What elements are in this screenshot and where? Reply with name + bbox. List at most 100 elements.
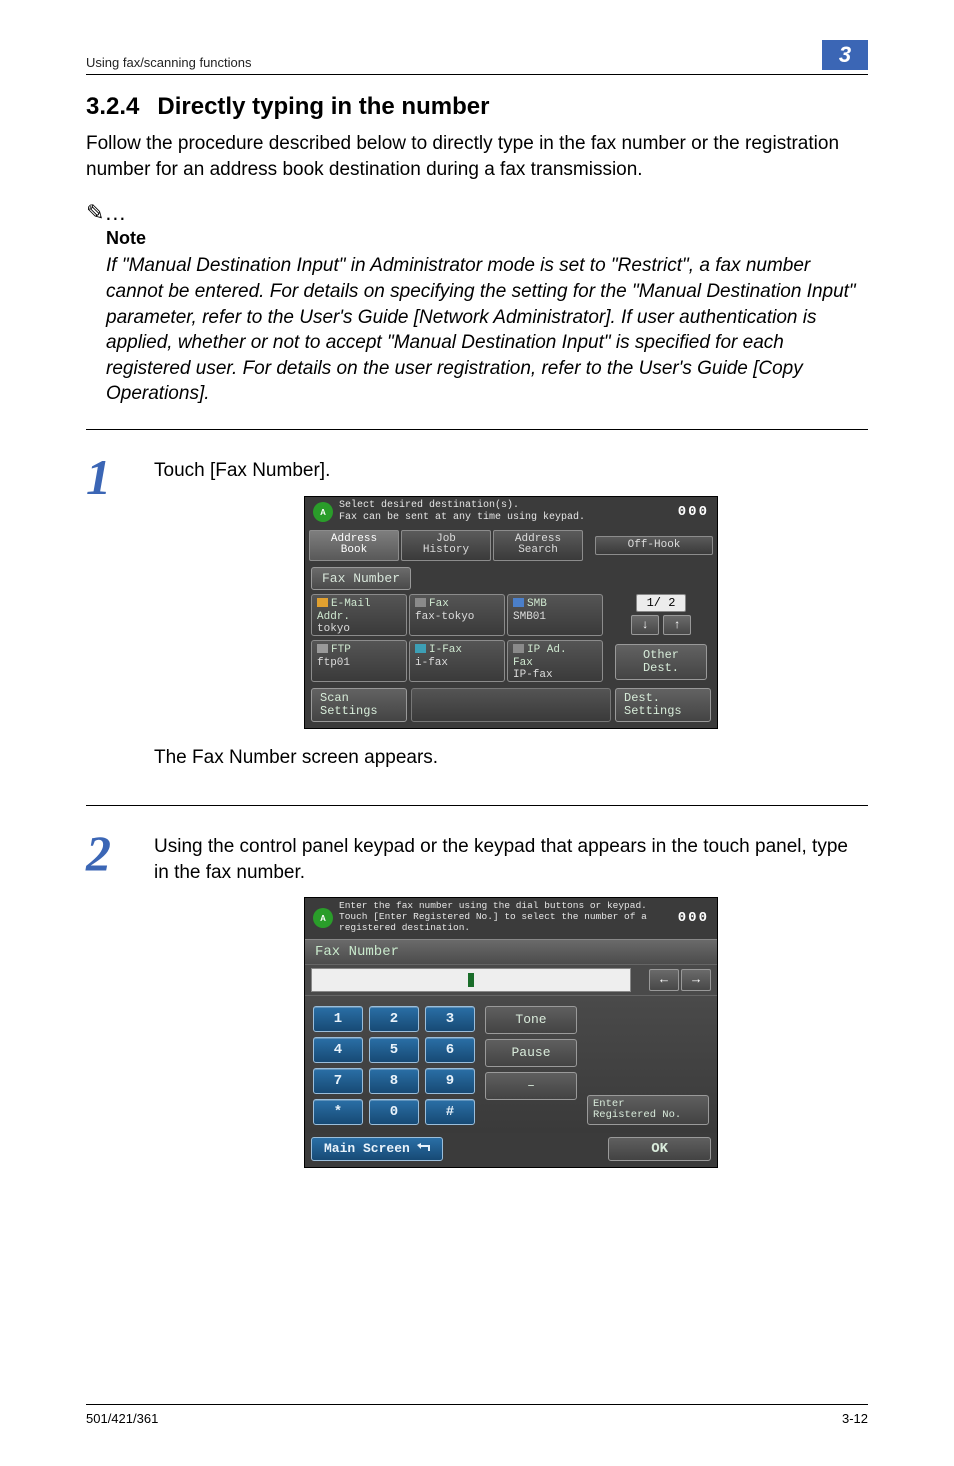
svg-text:A: A — [320, 914, 326, 923]
fax-number-tab[interactable]: Fax Number — [311, 567, 411, 590]
intro-paragraph: Follow the procedure described below to … — [86, 131, 868, 182]
keypad: 1 2 3 4 5 6 7 8 9 * 0 # — [313, 1006, 475, 1125]
key-4[interactable]: 4 — [313, 1037, 363, 1063]
section-title-text: Directly typing in the number — [157, 93, 489, 120]
ifax-icon — [415, 644, 426, 653]
enter-registered-no-button[interactable]: Enter Registered No. — [587, 1095, 709, 1125]
scan-settings-button[interactable]: Scan Settings — [311, 688, 407, 722]
footer-right: 3-12 — [842, 1411, 868, 1426]
panel2-counter: 000 — [678, 910, 709, 926]
fax-number-display-row: ← → — [305, 964, 717, 996]
panel1-header-line1: Select desired destination(s). — [339, 500, 678, 512]
key-9[interactable]: 9 — [425, 1068, 475, 1094]
page-down-button[interactable]: ↓ — [631, 615, 659, 635]
section-number: 3.2.4 — [86, 93, 139, 120]
dest-smb-sub: SMB01 — [513, 611, 546, 623]
note-block: ✎… Note If "Manual Destination Input" in… — [86, 200, 868, 407]
panel2-header-text: Enter the fax number using the dial butt… — [339, 901, 678, 934]
key-5[interactable]: 5 — [369, 1037, 419, 1063]
tab-address-book[interactable]: Address Book — [309, 530, 399, 561]
key-6[interactable]: 6 — [425, 1037, 475, 1063]
panel2-right-column: Enter Registered No. — [587, 1006, 709, 1125]
page-up-button[interactable]: ↑ — [663, 615, 691, 635]
panel2-tab: Fax Number — [305, 939, 717, 964]
dest-ftp-title: FTP — [331, 644, 351, 656]
panel1-header-line2: Fax can be sent at any time using keypad… — [339, 512, 678, 524]
panel1-header: A Select desired destination(s). Fax can… — [305, 497, 717, 527]
eco-icon: A — [313, 502, 333, 522]
dest-smb[interactable]: SMB SMB01 — [507, 594, 603, 636]
key-3[interactable]: 3 — [425, 1006, 475, 1032]
step-1: 1 Touch [Fax Number]. A Select desired d… — [86, 452, 868, 783]
step-1-text: Touch [Fax Number]. — [154, 458, 868, 484]
panel1-bottom-spacer — [411, 688, 611, 722]
address-book-panel: A Select desired destination(s). Fax can… — [304, 496, 718, 729]
dash-button[interactable]: – — [485, 1072, 577, 1100]
cursor-right-button[interactable]: → — [681, 969, 711, 991]
text-cursor — [468, 973, 474, 987]
ok-button[interactable]: OK — [608, 1137, 711, 1161]
separator-2 — [86, 805, 868, 806]
main-screen-button[interactable]: Main Screen — [311, 1137, 443, 1161]
chapter-badge: 3 — [822, 40, 868, 70]
other-dest-button[interactable]: Other Dest. — [615, 644, 707, 680]
key-7[interactable]: 7 — [313, 1068, 363, 1094]
running-head-text: Using fax/scanning functions — [86, 55, 251, 70]
footer-left: 501/421/361 — [86, 1411, 158, 1426]
dest-email[interactable]: E-Mail Addr. tokyo — [311, 594, 407, 636]
dest-row-2: FTP ftp01 I-Fax i-fax IP Ad. Fax IP-fax — [305, 638, 717, 684]
separator — [86, 429, 868, 430]
fax-icon — [415, 598, 426, 607]
key-hash[interactable]: # — [425, 1099, 475, 1125]
step-2-number: 2 — [86, 828, 126, 878]
key-star[interactable]: * — [313, 1099, 363, 1125]
dest-ftp[interactable]: FTP ftp01 — [311, 640, 407, 682]
key-2[interactable]: 2 — [369, 1006, 419, 1032]
key-8[interactable]: 8 — [369, 1068, 419, 1094]
off-hook-button[interactable]: Off-Hook — [595, 536, 713, 556]
note-icon: ✎… — [86, 200, 868, 226]
dest-ifax-title: I-Fax — [429, 644, 462, 656]
smb-icon — [513, 598, 524, 607]
section-heading: 3.2.4 Directly typing in the number — [86, 93, 868, 121]
step-1-number: 1 — [86, 452, 126, 502]
step-2: 2 Using the control panel keypad or the … — [86, 828, 868, 1184]
dest-fax[interactable]: Fax fax-tokyo — [409, 594, 505, 636]
panel1-right-col-2: Other Dest. — [605, 640, 711, 682]
dest-ifax[interactable]: I-Fax i-fax — [409, 640, 505, 682]
eco-icon-2: A — [313, 908, 333, 928]
ipfax-icon — [513, 644, 524, 653]
note-body: If "Manual Destination Input" in Adminis… — [106, 253, 868, 407]
step-2-text: Using the control panel keypad or the ke… — [154, 834, 868, 885]
pause-button[interactable]: Pause — [485, 1039, 577, 1067]
tab-job-history[interactable]: Job History — [401, 530, 491, 561]
panel2-body: 1 2 3 4 5 6 7 8 9 * 0 # — [305, 996, 717, 1133]
page-indicator: 1/ 2 — [636, 594, 687, 612]
dest-settings-button[interactable]: Dest. Settings — [615, 688, 711, 722]
running-header: Using fax/scanning functions 3 — [86, 40, 868, 75]
keypad-side-column: Tone Pause – — [485, 1006, 577, 1125]
mail-icon — [317, 598, 328, 607]
tone-button[interactable]: Tone — [485, 1006, 577, 1034]
key-1[interactable]: 1 — [313, 1006, 363, 1032]
note-label: Note — [106, 228, 868, 249]
dest-fax-title: Fax — [429, 598, 449, 610]
panel2-bottom-row: Main Screen OK — [305, 1133, 717, 1167]
tab-address-search[interactable]: Address Search — [493, 530, 583, 561]
dest-fax-sub: fax-tokyo — [415, 611, 474, 623]
panel2-bottom-spacer — [449, 1137, 602, 1161]
dest-ifax-sub: i-fax — [415, 657, 448, 669]
panel1-bottom-row: Scan Settings Dest. Settings — [305, 684, 717, 728]
dest-ipfax-sub: IP-fax — [513, 669, 553, 681]
page-footer: 501/421/361 3-12 — [86, 1404, 868, 1426]
panel1-counter: 000 — [678, 504, 709, 520]
svg-text:A: A — [320, 508, 326, 517]
dest-ftp-sub: ftp01 — [317, 657, 350, 669]
dest-smb-title: SMB — [527, 598, 547, 610]
dest-ipfax[interactable]: IP Ad. Fax IP-fax — [507, 640, 603, 682]
cursor-left-button[interactable]: ← — [649, 969, 679, 991]
key-0[interactable]: 0 — [369, 1099, 419, 1125]
fax-number-input[interactable] — [311, 968, 631, 992]
main-screen-label: Main Screen — [324, 1141, 410, 1156]
fax-number-keypad-panel: A Enter the fax number using the dial bu… — [304, 897, 718, 1168]
